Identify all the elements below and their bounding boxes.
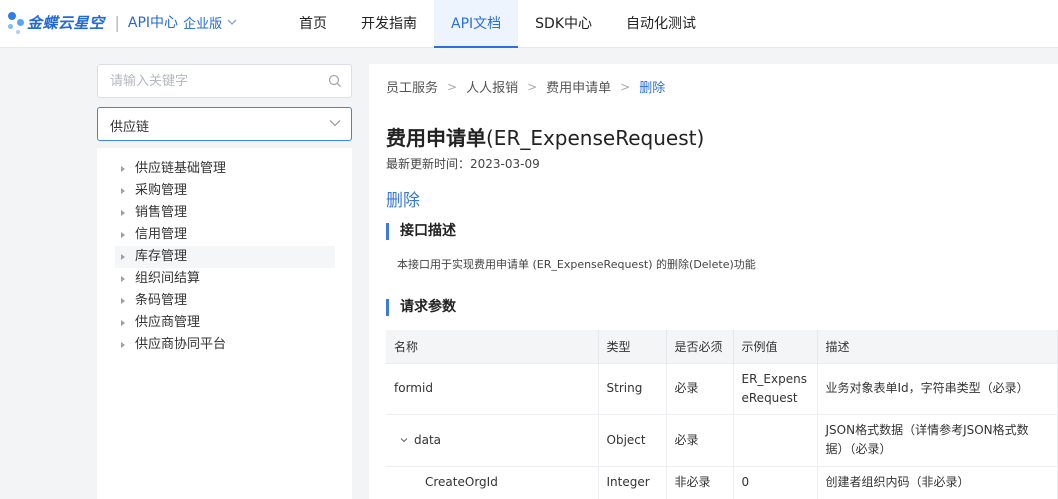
tree-item-label: 组织间结算 xyxy=(135,271,201,286)
nav-api-docs[interactable]: API文档 xyxy=(434,0,519,48)
chevron-down-icon[interactable] xyxy=(227,19,237,25)
tree-item-label: 供应商管理 xyxy=(135,315,201,330)
param-required: 必录 xyxy=(666,362,734,414)
params-table: 名称 类型 是否必须 示例值 描述 formid String 必录 ER_Ex… xyxy=(386,330,1058,499)
title-code: (ER_ExpenseRequest) xyxy=(486,126,705,150)
table-header-row: 名称 类型 是否必须 示例值 描述 xyxy=(386,330,1058,363)
col-header-type: 类型 xyxy=(598,330,667,363)
param-type: String xyxy=(598,362,667,414)
tree-item-sales[interactable]: 销售管理 xyxy=(115,202,335,224)
param-name-expandable[interactable]: data xyxy=(386,413,599,466)
main-nav: 首页 开发指南 API文档 SDK中心 自动化测试 xyxy=(282,0,713,48)
caret-right-icon xyxy=(121,188,125,194)
edition-switcher[interactable]: 企业版 xyxy=(183,13,222,32)
breadcrumb-item[interactable]: 员工服务 xyxy=(386,77,438,96)
caret-right-icon xyxy=(121,342,125,348)
caret-right-icon xyxy=(121,276,125,282)
nav-auto-test[interactable]: 自动化测试 xyxy=(609,0,713,48)
nav-sdk-center[interactable]: SDK中心 xyxy=(518,0,609,48)
table-row: data Object 必录 JSON格式数据（详情参考JSON格式数 据）（必录… xyxy=(386,413,1058,466)
param-desc: 创建者组织内码（非必录） xyxy=(817,465,1058,499)
tree-item-supplier[interactable]: 供应商管理 xyxy=(115,312,335,334)
search-box xyxy=(97,64,352,98)
example-line: eRequest xyxy=(741,390,798,405)
sidebar-tree: 供应链基础管理 采购管理 销售管理 信用管理 库存管理 组织间结算 条码管理 供… xyxy=(97,148,352,499)
tree-item-supplier-collab[interactable]: 供应商协同平台 xyxy=(115,334,335,356)
section-heading-description: 接口描述 xyxy=(386,223,456,240)
doc-panel: 员工服务 > 人人报销 > 费用申请单 > 删除 费用申请单(ER_Expens… xyxy=(369,64,1058,499)
caret-right-icon xyxy=(121,232,125,238)
caret-right-icon xyxy=(121,298,125,304)
caret-right-icon xyxy=(121,320,125,326)
example-line: ER_Expens xyxy=(741,371,807,386)
logo-dots-icon xyxy=(6,8,26,36)
breadcrumb: 员工服务 > 人人报销 > 费用申请单 > 删除 xyxy=(386,77,666,97)
tree-item-credit[interactable]: 信用管理 xyxy=(115,224,335,246)
tree-item-label: 信用管理 xyxy=(135,227,188,242)
param-name: CreateOrgId xyxy=(386,465,599,499)
param-example: 0 xyxy=(733,465,818,499)
desc-line: JSON格式数据（详情参考JSON格式数 xyxy=(825,423,1029,437)
nav-home[interactable]: 首页 xyxy=(282,0,344,48)
module-select-value: 供应链 xyxy=(110,120,150,135)
tree-item-label: 采购管理 xyxy=(135,183,188,198)
caret-right-icon xyxy=(121,210,125,216)
module-select[interactable]: 供应链 xyxy=(97,107,352,141)
brand-logo[interactable]: 金蝶云星空 | API中心 企业版 xyxy=(6,8,237,36)
param-name: data xyxy=(414,432,442,447)
param-type: Object xyxy=(598,413,667,466)
section-heading-params: 请求参数 xyxy=(386,299,456,316)
tree-item-purchase[interactable]: 采购管理 xyxy=(115,180,335,202)
nav-dev-guide[interactable]: 开发指南 xyxy=(344,0,434,48)
logo-subtitle: API中心 xyxy=(127,15,179,31)
operation-title: 删除 xyxy=(386,191,420,211)
tree-item-label: 销售管理 xyxy=(135,205,188,220)
page-title: 费用申请单(ER_ExpenseRequest) xyxy=(386,122,704,151)
tree-item-label: 条码管理 xyxy=(135,293,188,308)
col-header-name: 名称 xyxy=(386,330,599,363)
param-example: ER_Expens eRequest xyxy=(733,362,818,414)
param-name: formid xyxy=(386,362,599,414)
title-cn: 费用申请单 xyxy=(386,126,486,150)
search-input[interactable] xyxy=(98,65,308,97)
tree-item-inventory[interactable]: 库存管理 xyxy=(115,246,335,268)
param-required: 必录 xyxy=(666,413,734,466)
tree-item-label: 供应链基础管理 xyxy=(135,161,227,176)
table-row: formid String 必录 ER_Expens eRequest 业务对象表… xyxy=(386,362,1058,414)
caret-right-icon xyxy=(121,166,125,172)
col-header-example: 示例值 xyxy=(733,330,818,363)
chevron-right-icon: > xyxy=(620,79,631,94)
logo-text: 金蝶云星空 xyxy=(27,13,105,32)
param-example xyxy=(733,413,818,466)
last-updated: 最新更新时间：2023-03-09 xyxy=(386,157,540,171)
logo-divider: | xyxy=(114,12,120,32)
chevron-down-icon xyxy=(329,120,341,127)
table-row: CreateOrgId Integer 非必录 0 创建者组织内码（非必录） xyxy=(386,465,1058,499)
top-header: 金蝶云星空 | API中心 企业版 首页 开发指南 API文档 SDK中心 自动… xyxy=(0,0,1058,48)
chevron-right-icon: > xyxy=(527,79,538,94)
param-required: 非必录 xyxy=(666,465,734,499)
chevron-down-icon[interactable] xyxy=(400,436,408,444)
tree-item-label: 库存管理 xyxy=(135,249,188,264)
tree-item-label: 供应商协同平台 xyxy=(135,337,227,352)
col-header-required: 是否必须 xyxy=(666,330,734,363)
chevron-right-icon: > xyxy=(447,79,458,94)
param-desc: 业务对象表单Id，字符串类型（必录） xyxy=(817,362,1058,414)
desc-line: 据）（必录） xyxy=(825,442,892,456)
tree-item-scm-base[interactable]: 供应链基础管理 xyxy=(115,158,335,180)
col-header-desc: 描述 xyxy=(817,330,1058,363)
breadcrumb-item[interactable]: 人人报销 xyxy=(466,77,518,96)
api-description: 本接口用于实现费用申请单 (ER_ExpenseRequest) 的删除(Del… xyxy=(397,258,756,271)
tree-item-inter-org-settlement[interactable]: 组织间结算 xyxy=(115,268,335,290)
param-type: Integer xyxy=(598,465,667,499)
caret-right-icon xyxy=(121,254,125,260)
breadcrumb-item[interactable]: 费用申请单 xyxy=(546,77,611,96)
param-desc: JSON格式数据（详情参考JSON格式数 据）（必录） xyxy=(817,413,1058,466)
tree-item-barcode[interactable]: 条码管理 xyxy=(115,290,335,312)
search-icon[interactable] xyxy=(328,74,342,88)
breadcrumb-current: 删除 xyxy=(639,81,666,96)
